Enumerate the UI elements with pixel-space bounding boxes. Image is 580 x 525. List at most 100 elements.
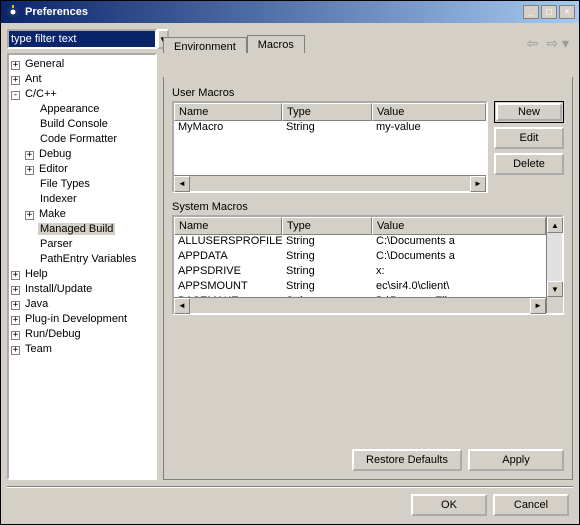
tree-label[interactable]: Editor	[37, 163, 70, 175]
tree-label[interactable]: Code Formatter	[38, 133, 119, 145]
tree-label[interactable]: File Types	[38, 178, 92, 190]
cell-name: APPSDRIVE	[174, 265, 282, 280]
tree-item[interactable]: Build Console	[25, 117, 153, 132]
system-hscroll[interactable]: ◄ ►	[174, 297, 546, 313]
scroll-up-icon[interactable]: ▲	[547, 217, 563, 233]
system-macros-body: ALLUSERSPROFILEStringC:\Documents aAPPDA…	[174, 235, 546, 297]
tree-label[interactable]: Ant	[23, 73, 44, 85]
scroll-right-icon[interactable]: ►	[470, 176, 486, 192]
ok-button[interactable]: OK	[411, 494, 487, 516]
tree-label[interactable]: Build Console	[38, 118, 110, 130]
expand-icon[interactable]: +	[11, 286, 20, 295]
expand-icon[interactable]: +	[11, 76, 20, 85]
system-macros-label: System Macros	[172, 201, 564, 213]
tree-root: +General+Ant-C/C++AppearanceBuild Consol…	[11, 57, 153, 357]
filter-input[interactable]	[7, 29, 157, 49]
tree-item[interactable]: Code Formatter	[25, 132, 153, 147]
cancel-button[interactable]: Cancel	[493, 494, 569, 516]
tree-label[interactable]: Make	[37, 208, 68, 220]
restore-defaults-button[interactable]: Restore Defaults	[352, 449, 462, 471]
col-type[interactable]: Type	[282, 103, 372, 121]
maximize-button[interactable]: □	[541, 5, 557, 19]
edit-button[interactable]: Edit	[494, 127, 564, 149]
tab-environment[interactable]: Environment	[163, 37, 247, 53]
expand-icon[interactable]: +	[25, 151, 34, 160]
expand-icon[interactable]: +	[11, 316, 20, 325]
scroll-down-icon[interactable]: ▼	[547, 281, 563, 297]
titlebar: Preferences _ □ ×	[1, 1, 579, 23]
tree-label[interactable]: Team	[23, 343, 54, 355]
col-type[interactable]: Type	[282, 217, 372, 235]
close-button[interactable]: ×	[559, 5, 575, 19]
tree-label[interactable]: Appearance	[38, 103, 101, 115]
left-panel: ▼ +General+Ant-C/C++AppearanceBuild Cons…	[7, 29, 157, 480]
tree-item[interactable]: +Plug-in Development	[11, 312, 153, 327]
cell-name: APPSMOUNT	[174, 280, 282, 295]
tree-label[interactable]: Java	[23, 298, 50, 310]
tree-item[interactable]: +Run/Debug	[11, 327, 153, 342]
tree-label[interactable]: Plug-in Development	[23, 313, 129, 325]
tree-item[interactable]: Parser	[25, 237, 153, 252]
col-name[interactable]: Name	[174, 217, 282, 235]
table-row[interactable]: APPSMOUNTStringec\sir4.0\client\	[174, 280, 546, 295]
tree-item[interactable]: Indexer	[25, 192, 153, 207]
tree-item[interactable]: +Java	[11, 297, 153, 312]
tree-label[interactable]: Help	[23, 268, 50, 280]
tree-item[interactable]: -C/C++	[11, 87, 153, 102]
user-scroll[interactable]: ◄ ►	[174, 175, 486, 191]
tree-item[interactable]: +Ant	[11, 72, 153, 87]
cell-type: String	[282, 121, 372, 136]
delete-button[interactable]: Delete	[494, 153, 564, 175]
tree-label[interactable]: C/C++	[23, 88, 59, 100]
tree-item[interactable]: File Types	[25, 177, 153, 192]
col-value[interactable]: Value	[372, 217, 546, 235]
scroll-right-icon[interactable]: ►	[530, 298, 546, 314]
col-name[interactable]: Name	[174, 103, 282, 121]
scroll-left-icon[interactable]: ◄	[174, 176, 190, 192]
tree-item[interactable]: +Make	[25, 207, 153, 222]
tree-item[interactable]: +Team	[11, 342, 153, 357]
tree-item[interactable]: +Editor	[25, 162, 153, 177]
user-macros-table[interactable]: Name Type Value MyMacroStringmy-value ◄ …	[172, 101, 488, 193]
expand-icon[interactable]: +	[11, 331, 20, 340]
table-row[interactable]: ALLUSERSPROFILEStringC:\Documents a	[174, 235, 546, 250]
tree-item[interactable]: +General	[11, 57, 153, 72]
expand-icon[interactable]: +	[25, 211, 34, 220]
table-row[interactable]: APPDATAStringC:\Documents a	[174, 250, 546, 265]
expand-icon[interactable]: +	[11, 61, 20, 70]
table-row[interactable]: APPSDRIVEStringx:	[174, 265, 546, 280]
tree-label[interactable]: PathEntry Variables	[38, 253, 138, 265]
expand-icon[interactable]: +	[11, 271, 20, 280]
tree-label[interactable]: Indexer	[38, 193, 79, 205]
scroll-left-icon[interactable]: ◄	[174, 298, 190, 314]
minimize-button[interactable]: _	[523, 5, 539, 19]
tree-label[interactable]: Run/Debug	[23, 328, 83, 340]
tree-item[interactable]: Managed Build	[25, 222, 153, 237]
back-icon[interactable]: ⇦	[523, 35, 543, 52]
apply-button[interactable]: Apply	[468, 449, 564, 471]
tree-label[interactable]: Debug	[37, 148, 73, 160]
forward-icon[interactable]: ⇨ ▾	[542, 35, 573, 52]
tree-item[interactable]: +Debug	[25, 147, 153, 162]
system-macros-table[interactable]: Name Type Value ALLUSERSPROFILEStringC:\…	[172, 215, 564, 315]
preferences-tree[interactable]: +General+Ant-C/C++AppearanceBuild Consol…	[7, 53, 157, 480]
table-row[interactable]: MyMacroStringmy-value	[174, 121, 486, 136]
cell-type: String	[282, 250, 372, 265]
col-value[interactable]: Value	[372, 103, 486, 121]
cell-value: ec\sir4.0\client\	[372, 280, 546, 295]
tree-item[interactable]: PathEntry Variables	[25, 252, 153, 267]
new-button[interactable]: New	[494, 101, 564, 123]
tree-label[interactable]: Install/Update	[23, 283, 94, 295]
tree-item[interactable]: Appearance	[25, 102, 153, 117]
tree-label[interactable]: Managed Build	[38, 223, 115, 235]
collapse-icon[interactable]: -	[11, 91, 20, 100]
expand-icon[interactable]: +	[11, 346, 20, 355]
tree-item[interactable]: +Help	[11, 267, 153, 282]
expand-icon[interactable]: +	[25, 166, 34, 175]
tree-label[interactable]: General	[23, 58, 66, 70]
expand-icon[interactable]: +	[11, 301, 20, 310]
tab-macros[interactable]: Macros	[247, 35, 305, 53]
tree-item[interactable]: +Install/Update	[11, 282, 153, 297]
tree-label[interactable]: Parser	[38, 238, 74, 250]
system-vscroll[interactable]: ▲ ▼	[546, 217, 562, 313]
